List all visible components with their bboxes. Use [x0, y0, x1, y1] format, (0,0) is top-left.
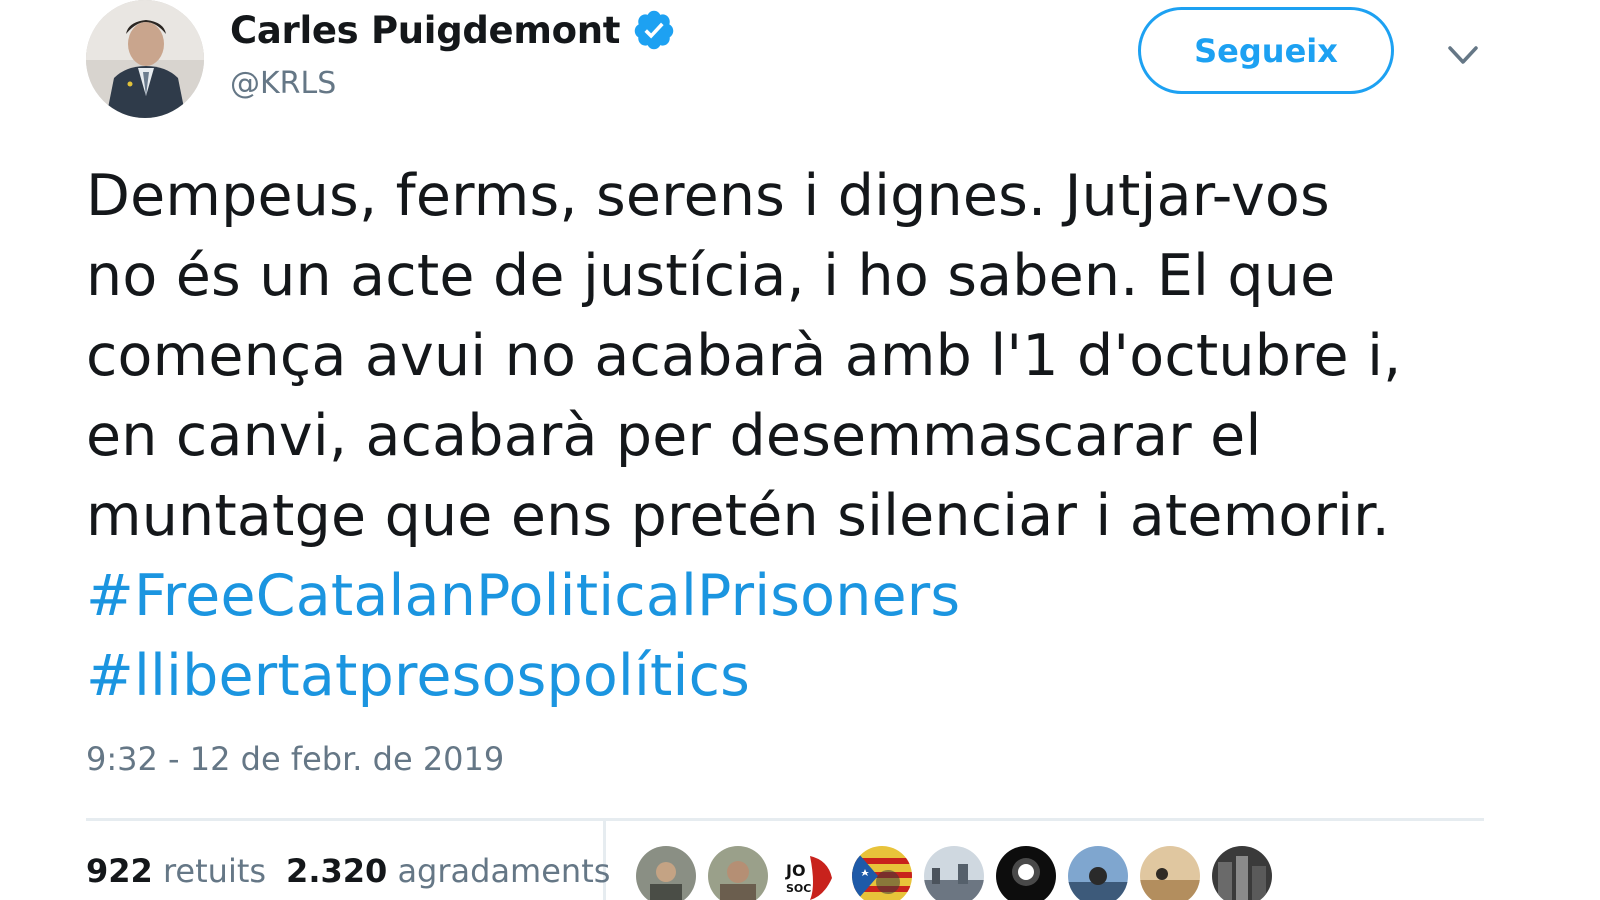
svg-text:SOC: SOC: [786, 882, 811, 895]
liker-avatar[interactable]: [1068, 846, 1128, 900]
likes-count: 2.320: [286, 852, 388, 890]
tweet-timestamp[interactable]: 9:32 - 12 de febr. de 2019: [86, 740, 504, 778]
follow-button[interactable]: Segueix: [1138, 7, 1394, 94]
user-name-block[interactable]: Carles Puigdemont @KRLS: [230, 4, 676, 101]
retweets-label: retuits: [162, 852, 267, 890]
display-name[interactable]: Carles Puigdemont: [230, 9, 620, 52]
liker-avatar[interactable]: [996, 846, 1056, 900]
tweet-text: Dempeus, ferms, serens i dignes. Jutjar-…: [86, 156, 1506, 716]
tweet-text-line: en canvi, acabarà per desemmascarar el: [86, 403, 1262, 469]
liker-avatar[interactable]: JO SOC: [780, 846, 840, 900]
liker-avatar[interactable]: [852, 846, 912, 900]
retweets-stat[interactable]: 922 retuits: [86, 852, 266, 890]
stats-divider: [86, 818, 1484, 821]
likes-stat[interactable]: 2.320 agradaments: [286, 852, 610, 890]
user-handle[interactable]: @KRLS: [230, 66, 676, 101]
hashtag-link[interactable]: #llibertatpresospolítics: [86, 636, 1506, 716]
svg-text:JO: JO: [785, 861, 806, 880]
tweet-card: Carles Puigdemont @KRLS Segueix Dempeus,…: [0, 0, 1600, 900]
tweet-text-line: muntatge que ens pretén silenciar i atem…: [86, 483, 1390, 549]
hashtag-link[interactable]: #FreeCatalanPoliticalPrisoners: [86, 556, 1506, 636]
liker-avatars: JO SOC: [636, 846, 1272, 900]
liker-avatar[interactable]: [708, 846, 768, 900]
tweet-text-line: Dempeus, ferms, serens i dignes. Jutjar-…: [86, 163, 1330, 229]
avatar-photo: [86, 0, 204, 118]
liker-avatar[interactable]: [1140, 846, 1200, 900]
verified-badge-icon: [632, 8, 676, 52]
retweets-count: 922: [86, 852, 153, 890]
chevron-down-icon[interactable]: [1440, 38, 1486, 74]
likes-label: agradaments: [397, 852, 611, 890]
tweet-stats: 922 retuits 2.320 agradaments: [86, 852, 610, 890]
display-name-row: Carles Puigdemont: [230, 4, 676, 56]
liker-avatar[interactable]: [1212, 846, 1272, 900]
liker-avatar[interactable]: [924, 846, 984, 900]
tweet-text-line: no és un acte de justícia, i ho saben. E…: [86, 243, 1336, 309]
tweet-text-line: comença avui no acabarà amb l'1 d'octubr…: [86, 323, 1402, 389]
profile-avatar[interactable]: [86, 0, 204, 118]
liker-avatar[interactable]: [636, 846, 696, 900]
